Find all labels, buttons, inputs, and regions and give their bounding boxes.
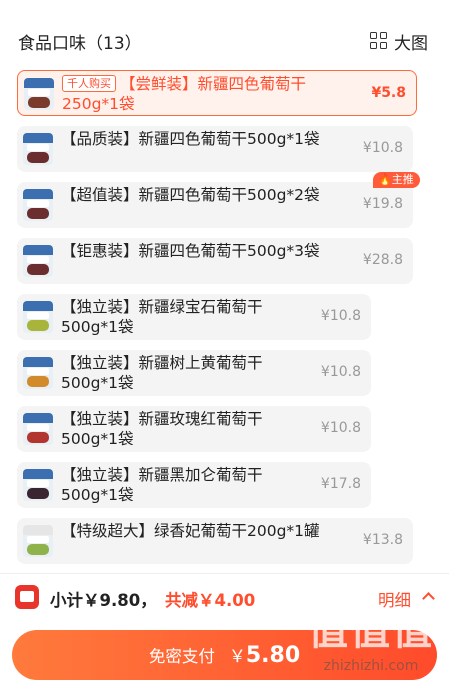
product-thumbnail [24,78,54,110]
product-thumbnail [23,413,53,445]
product-thumbnail [23,469,53,501]
pay-amount: ￥5.80 [229,642,300,668]
sku-option[interactable]: 【钜惠装】新疆四色葡萄干500g*3袋 ¥28.8 [17,238,413,284]
sku-name: 【独立装】新疆绿宝石葡萄干500g*1袋 [61,298,263,336]
chevron-up-icon[interactable] [422,592,435,605]
sku-option[interactable]: 【独立装】新疆玫瑰红葡萄干500g*1袋 ¥10.8 [17,406,371,452]
sku-name: 【独立装】新疆玫瑰红葡萄干500g*1袋 [61,410,263,448]
sku-price: ¥17.8 [320,476,361,492]
product-thumbnail [23,357,53,389]
sku-price: ¥19.8 [362,196,403,212]
discount-text: 共减￥4.00 [165,591,256,610]
pay-amount-value: 5.80 [245,643,301,668]
flame-icon: 🔥 [378,173,392,186]
sku-price: ¥28.8 [362,252,403,268]
product-thumbnail [23,301,53,333]
flavor-header: 食品口味（13） 大图 [18,28,428,54]
sku-price: ¥10.8 [320,420,361,436]
sku-option[interactable]: 【独立装】新疆树上黄葡萄干500g*1袋 ¥10.8 [17,350,371,396]
sku-option[interactable]: 【独立装】新疆绿宝石葡萄干500g*1袋 ¥10.8 [17,294,371,340]
sku-option[interactable]: 千人购买 【尝鲜装】新疆四色葡萄干250g*1袋 ¥5.8 [17,70,417,116]
watermark: 值值值 zhizhizhi.com [296,606,446,691]
pay-currency: ￥ [228,647,246,667]
sku-name: 【超值装】新疆四色葡萄干500g*2袋 [61,186,320,204]
sku-price: ¥5.8 [371,85,406,101]
sku-option[interactable]: 【特级超大】绿香妃葡萄干200g*1罐 ¥13.8 [17,518,413,564]
watermark-url: zhizhizhi.com [323,658,419,674]
sku-price: ¥10.8 [362,140,403,156]
product-thumbnail [23,133,53,165]
watermark-logo: 值值值 [308,608,434,654]
page: 食品口味（13） 大图 千人购买 【尝鲜装】新疆四色葡萄干250g*1袋 ¥5.8… [0,0,449,697]
view-toggle-label: 大图 [394,33,428,54]
flavor-title: 食品口味（13） [18,33,142,54]
sku-option[interactable]: 【超值装】新疆四色葡萄干500g*2袋 ¥19.8 [17,182,413,228]
sku-name: 【特级超大】绿香妃葡萄干200g*1罐 [61,522,320,540]
sku-name: 【钜惠装】新疆四色葡萄干500g*3袋 [61,242,320,260]
sku-price: ¥10.8 [320,364,361,380]
sku-option[interactable]: 【品质装】新疆四色葡萄干500g*1袋 ¥10.8 [17,126,413,172]
product-thumbnail [23,245,53,277]
sku-price: ¥10.8 [320,308,361,324]
sku-name: 【独立装】新疆黑加仑葡萄干500g*1袋 [61,466,263,504]
subtotal-text: 小计￥9.80， [50,591,157,610]
sku-price: ¥13.8 [362,532,403,548]
sku-name: 【品质装】新疆四色葡萄干500g*1袋 [61,130,320,148]
recommended-badge: 🔥主推 [373,172,420,188]
pay-button-label: 免密支付 [148,647,215,666]
product-thumbnail [23,189,53,221]
grid-icon [370,32,388,50]
sku-option[interactable]: 【独立装】新疆黑加仑葡萄干500g*1袋 ¥17.8 [17,462,371,508]
popular-tag: 千人购买 [62,75,116,92]
sku-label: 千人购买 【尝鲜装】新疆四色葡萄干250g*1袋 [62,74,362,114]
recommended-label: 主推 [391,173,414,186]
sku-name: 【独立装】新疆树上黄葡萄干500g*1袋 [61,354,263,392]
product-thumbnail [23,525,53,557]
coupon-icon [15,585,39,609]
view-toggle-button[interactable]: 大图 [370,29,428,54]
